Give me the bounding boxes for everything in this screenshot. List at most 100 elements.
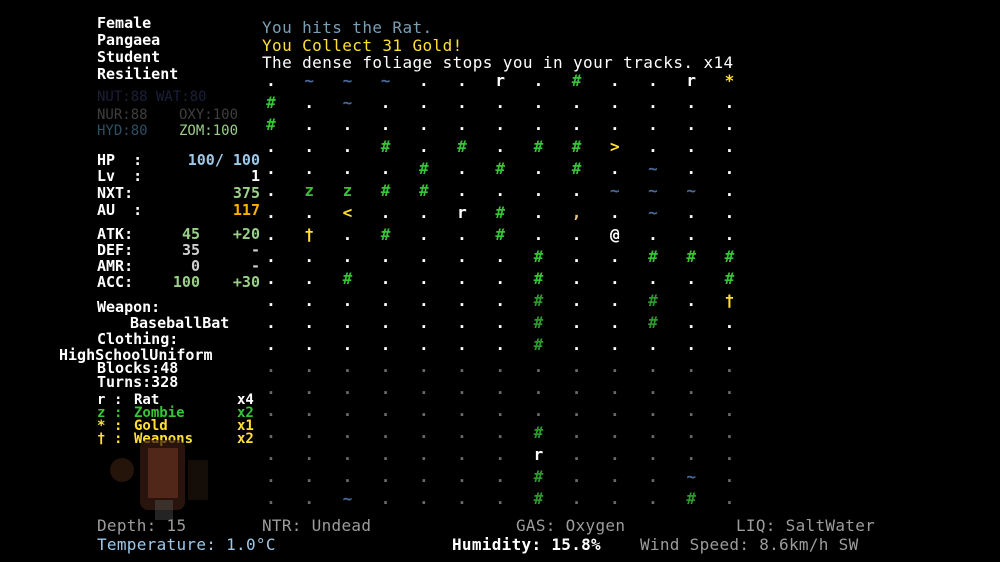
- needs-zom: ZOM:100: [179, 123, 239, 139]
- dungeon-map[interactable]: . ~ ~ ~.. r. #.. r * #. ~.......... #.............…: [262, 70, 902, 510]
- floor-tile: .: [342, 247, 353, 266]
- stairs-down: >: [609, 137, 620, 156]
- foliage-tile: #: [495, 225, 505, 244]
- foliage-tile: #: [571, 71, 582, 90]
- floor-tile: .: [342, 313, 353, 332]
- floor-tile: .: [457, 335, 467, 354]
- foliage-tile: #: [571, 159, 582, 178]
- floor-tile: .: [418, 357, 429, 376]
- floor-tile: .: [724, 115, 735, 134]
- floor-tile: .: [686, 423, 696, 442]
- floor-tile: .: [571, 401, 582, 420]
- floor-tile: .: [457, 379, 467, 398]
- floor-tile: .: [571, 489, 582, 508]
- floor-tile: .: [648, 115, 658, 134]
- floor-tile: .: [266, 269, 276, 288]
- floor-tile: .: [609, 313, 620, 332]
- floor-tile: .: [648, 137, 658, 156]
- floor-tile: .: [266, 489, 276, 508]
- stairs-up: <: [342, 203, 353, 222]
- atk-value: 45: [181, 225, 200, 243]
- floor-tile: .: [304, 357, 314, 376]
- foliage-tile: #: [648, 291, 658, 310]
- foliage-tile: #: [648, 313, 658, 332]
- floor-tile: .: [724, 313, 735, 332]
- profile-world: Pangaea: [97, 31, 161, 49]
- floor-tile: .: [686, 401, 696, 420]
- profile-job: Student: [97, 48, 161, 66]
- floor-tile: .: [724, 489, 735, 508]
- water-tile: ~: [648, 181, 658, 200]
- floor-tile: .: [533, 203, 544, 222]
- profile-trait: Resilient: [97, 65, 179, 83]
- floor-tile: .: [533, 93, 544, 112]
- floor-tile: .: [648, 269, 658, 288]
- floor-tile: .: [380, 445, 391, 464]
- floor-tile: .: [418, 401, 429, 420]
- floor-tile: .: [495, 445, 505, 464]
- floor-tile: .: [304, 247, 314, 266]
- floor-tile: .: [571, 467, 582, 486]
- nxt-label: NXT:: [97, 184, 134, 202]
- weapon-name: BaseballBat: [130, 314, 230, 332]
- floor-tile: .: [724, 93, 735, 112]
- floor-tile: .: [457, 71, 467, 90]
- floor-tile: .: [609, 357, 620, 376]
- floor-tile: .: [304, 313, 314, 332]
- floor-tile: .: [342, 357, 353, 376]
- floor-tile: .: [571, 379, 582, 398]
- floor-tile: .: [342, 335, 353, 354]
- rat-monster: r: [457, 203, 467, 222]
- floor-tile: .: [457, 445, 467, 464]
- floor-tile: .: [266, 137, 276, 156]
- needs-row0: NUT:88 WAT:80: [97, 89, 207, 105]
- floor-tile: .: [495, 181, 505, 200]
- temperature-readout: Temperature: 1.0°C: [97, 535, 276, 554]
- floor-tile: .: [609, 445, 620, 464]
- floor-tile: .: [495, 467, 505, 486]
- floor-tile: .: [686, 335, 696, 354]
- character-portrait: [100, 430, 230, 520]
- foliage-tile: #: [418, 181, 429, 200]
- hp-value: 100/ 100: [187, 151, 260, 169]
- floor-tile: .: [304, 93, 314, 112]
- floor-tile: .: [724, 335, 735, 354]
- floor-tile: .: [380, 379, 391, 398]
- floor-tile: .: [380, 489, 391, 508]
- floor-tile: .: [724, 423, 735, 442]
- zombie-monster: z: [342, 181, 353, 200]
- rat-monster: r: [533, 445, 544, 464]
- floor-tile: .: [495, 115, 505, 134]
- floor-tile: .: [457, 467, 467, 486]
- floor-tile: .: [686, 379, 696, 398]
- floor-tile: .: [648, 379, 658, 398]
- foliage-tile: #: [533, 291, 544, 310]
- floor-tile: .: [266, 159, 276, 178]
- floor-tile: .: [609, 269, 620, 288]
- floor-tile: .: [457, 115, 467, 134]
- floor-tile: .: [380, 313, 391, 332]
- foliage-tile: #: [686, 247, 696, 266]
- floor-tile: .: [724, 445, 735, 464]
- floor-tile: .: [304, 203, 314, 222]
- liq-readout: LIQ: SaltWater: [736, 516, 876, 535]
- floor-tile: .: [686, 357, 696, 376]
- clothing-label: Clothing:: [97, 330, 179, 348]
- floor-tile: .: [266, 357, 276, 376]
- floor-tile: .: [418, 93, 429, 112]
- floor-tile: .: [724, 401, 735, 420]
- floor-tile: .: [342, 291, 353, 310]
- foliage-tile: #: [380, 137, 391, 156]
- foliage-tile: #: [533, 313, 544, 332]
- floor-tile: .: [418, 313, 429, 332]
- floor-tile: .: [418, 137, 429, 156]
- message-line-3: The dense foliage stops you in your trac…: [262, 53, 734, 72]
- foliage-tile: #: [266, 93, 276, 112]
- floor-tile: .: [609, 71, 620, 90]
- floor-tile: .: [571, 269, 582, 288]
- floor-tile: .: [609, 93, 620, 112]
- foliage-tile: #: [266, 115, 276, 134]
- rat-monster: r: [686, 71, 696, 90]
- floor-tile: .: [571, 423, 582, 442]
- floor-tile: .: [304, 291, 314, 310]
